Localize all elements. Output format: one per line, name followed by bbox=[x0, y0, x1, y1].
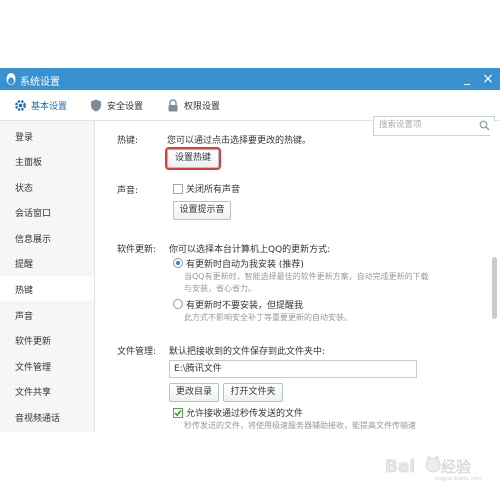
auto-install-label: 有更新时自动为我安装 (推荐) bbox=[186, 260, 304, 270]
allow-instant-transfer-label: 允许接收通过秒传发送的文件 bbox=[186, 409, 304, 419]
update-description: 你可以选择本台计算机上QQ的更新方式: bbox=[169, 245, 331, 255]
svg-text:jingyan.baidu.com: jingyan.baidu.com bbox=[434, 476, 481, 482]
svg-text:经验: 经验 bbox=[441, 458, 471, 476]
sidebar-item-av-call[interactable]: 音视频通话 bbox=[0, 404, 94, 429]
shield-icon bbox=[91, 99, 101, 112]
file-description: 默认把接收到的文件保存到此文件夹中: bbox=[169, 347, 326, 357]
settings-window: 系统设置 _ × 基本设置 安全设置 权限设置 搜索设置项 登录 主面板 状态 … bbox=[0, 68, 500, 432]
update-section-label: 软件更新: bbox=[117, 245, 157, 255]
sidebar-item-sound[interactable]: 声音 bbox=[0, 302, 94, 327]
tab-permission-settings[interactable]: 权限设置 bbox=[167, 98, 227, 114]
sidebar-item-status[interactable]: 状态 bbox=[0, 174, 94, 199]
download-folder-path-field[interactable]: E:\腾讯文件 bbox=[169, 360, 417, 378]
sidebar-item-info-display[interactable]: 信息展示 bbox=[0, 225, 94, 250]
tab-label: 安全设置 bbox=[107, 102, 144, 112]
tab-label: 基本设置 bbox=[31, 102, 68, 112]
tab-security-settings[interactable]: 安全设置 bbox=[90, 98, 150, 114]
auto-install-desc-line1: 当QQ有更新时，智能选择最佳的软件更新方案，自动完成更新的下载 bbox=[184, 272, 429, 281]
tab-bar: 基本设置 安全设置 权限设置 bbox=[0, 90, 500, 136]
gear-icon bbox=[15, 100, 26, 111]
tab-basic-settings[interactable]: 基本设置 bbox=[14, 98, 74, 114]
notify-only-desc: 此方式不影响安全补丁等重要更新的自动安装。 bbox=[184, 313, 352, 322]
set-notification-sound-button[interactable]: 设置提示音 bbox=[173, 201, 231, 220]
sidebar-item-login[interactable]: 登录 bbox=[0, 123, 94, 148]
notify-only-label: 有更新时不要安装，但提醒我 bbox=[186, 301, 304, 311]
tab-label: 权限设置 bbox=[184, 102, 221, 112]
close-button[interactable]: × bbox=[478, 69, 498, 89]
sidebar-item-hotkeys[interactable]: 热键 bbox=[0, 276, 94, 301]
sidebar-item-file-management[interactable]: 文件管理 bbox=[0, 353, 94, 378]
baidu-paw-logo-icon: Bai 经验 jingyan.baidu.com bbox=[385, 456, 481, 482]
sidebar-item-reminder[interactable]: 提醒 bbox=[0, 250, 94, 275]
sound-section-label: 声音: bbox=[117, 186, 139, 196]
baidu-watermark: Bai 经验 jingyan.baidu.com bbox=[383, 452, 495, 482]
change-directory-button[interactable]: 更改目录 bbox=[169, 383, 219, 402]
sidebar: 登录 主面板 状态 会话窗口 信息展示 提醒 热键 声音 软件更新 文件管理 文… bbox=[0, 121, 95, 432]
notify-only-radio[interactable] bbox=[173, 299, 183, 309]
allow-instant-transfer-checkbox[interactable] bbox=[173, 408, 183, 418]
lock-icon bbox=[168, 99, 178, 112]
sidebar-item-software-update[interactable]: 软件更新 bbox=[0, 327, 94, 352]
title-bar[interactable]: 系统设置 _ × bbox=[0, 68, 500, 90]
sidebar-item-main-panel[interactable]: 主面板 bbox=[0, 148, 94, 173]
scrollbar-thumb[interactable] bbox=[492, 257, 497, 319]
set-hotkey-button[interactable]: 设置热键 bbox=[165, 147, 221, 170]
sidebar-item-chat-window[interactable]: 会话窗口 bbox=[0, 199, 94, 224]
settings-content: 热键: 您可以通过点击选择要更改的热键。 设置热键 声音: 关闭所有声音 设置提… bbox=[95, 121, 490, 432]
hotkey-section-label: 热键: bbox=[117, 136, 139, 146]
auto-install-radio[interactable] bbox=[173, 258, 183, 268]
sidebar-item-file-sharing[interactable]: 文件共享 bbox=[0, 378, 94, 403]
window-title: 系统设置 bbox=[20, 77, 60, 88]
mute-all-sounds-checkbox[interactable] bbox=[173, 184, 183, 194]
auto-install-desc-line2: 与安装，省心省力。 bbox=[184, 284, 256, 293]
minimize-button[interactable]: _ bbox=[458, 69, 476, 89]
file-section-label: 文件管理: bbox=[117, 347, 157, 357]
mute-all-sounds-label: 关闭所有声音 bbox=[186, 185, 241, 195]
hotkey-description: 您可以通过点击选择要更改的热键。 bbox=[167, 136, 312, 146]
open-folder-button[interactable]: 打开文件夹 bbox=[223, 383, 283, 402]
svg-text:Bai: Bai bbox=[385, 457, 415, 477]
checkmark-icon bbox=[174, 409, 182, 417]
qq-penguin-icon bbox=[6, 73, 16, 85]
instant-transfer-desc: 秒传发送的文件，将使用极速服务器辅助接收，能提高文件传输速 bbox=[184, 421, 416, 430]
